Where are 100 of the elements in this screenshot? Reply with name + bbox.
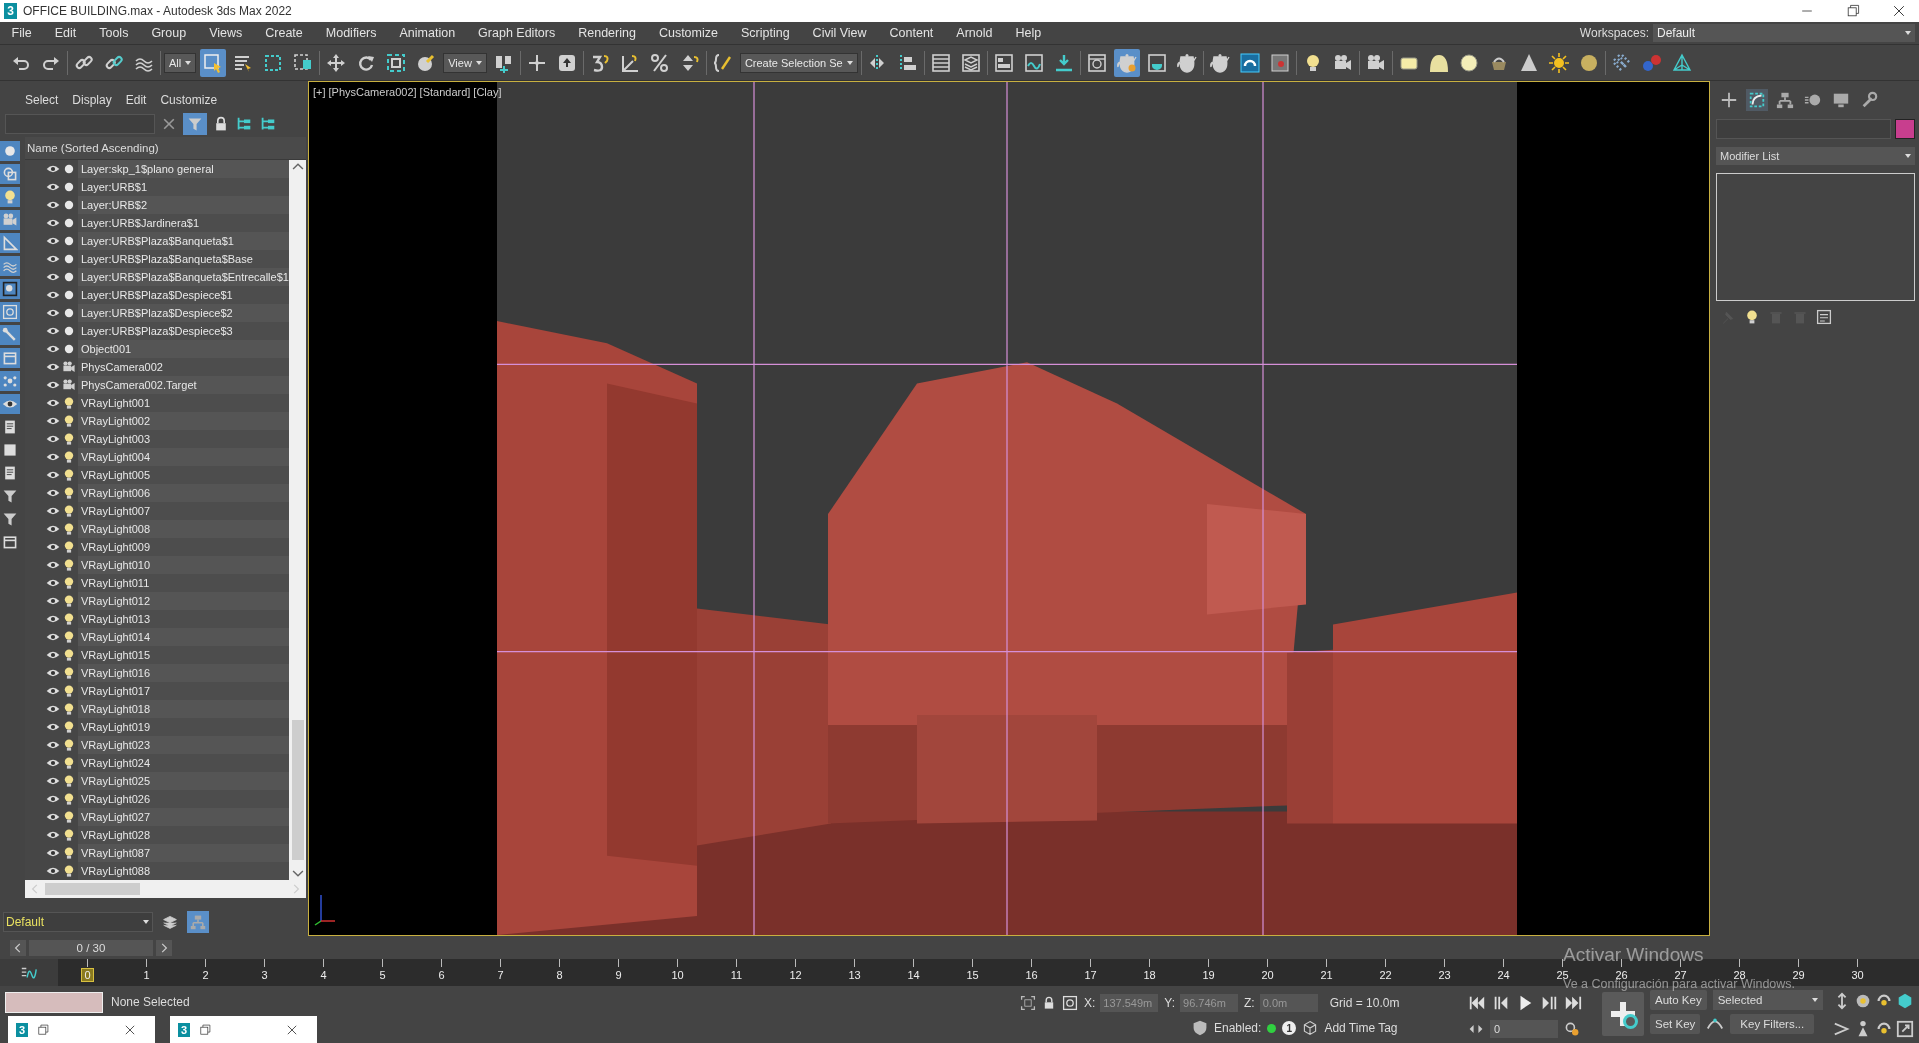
- explorer-menu-item[interactable]: Select: [18, 93, 66, 107]
- menu-item[interactable]: Content: [878, 26, 945, 40]
- menu-item[interactable]: Animation: [388, 26, 467, 40]
- frame-counter[interactable]: 0 / 30: [29, 939, 153, 956]
- scene-item[interactable]: VRayLight017: [78, 682, 289, 700]
- scene-item[interactable]: VRayLight028: [78, 826, 289, 844]
- scene-item[interactable]: VRayLight003: [78, 430, 289, 448]
- scene-item[interactable]: Layer:URB$Plaza$Banqueta$Base: [78, 250, 289, 268]
- viewport-label[interactable]: [PhysCamera002]: [328, 86, 417, 98]
- column-header[interactable]: Name (Sorted Ascending): [25, 137, 306, 160]
- explorer-menu-item[interactable]: Customize: [153, 93, 225, 107]
- toolbar-dropdown[interactable]: View: [443, 52, 487, 73]
- scene-item[interactable]: PhysCamera002: [78, 358, 289, 376]
- menu-item[interactable]: Edit: [43, 26, 88, 40]
- modifier-list-dropdown[interactable]: Modifier List: [1716, 147, 1915, 165]
- scene-item[interactable]: VRayLight024: [78, 754, 289, 772]
- scene-item[interactable]: VRayLight008: [78, 520, 289, 538]
- scene-item[interactable]: VRayLight001: [78, 394, 289, 412]
- scene-item[interactable]: VRayLight013: [78, 610, 289, 628]
- menu-item[interactable]: Help: [1004, 26, 1053, 40]
- frame-tick: 10: [670, 969, 685, 981]
- auto-key-button[interactable]: Auto Key: [1650, 990, 1707, 1010]
- coordinate-label: Z:: [1244, 996, 1255, 1010]
- scene-item[interactable]: Layer:URB$Plaza$Banqueta$Entrecalle$1: [78, 268, 289, 286]
- frame-tick: 15: [965, 969, 980, 981]
- set-key-mode-button[interactable]: Set Key: [1650, 1014, 1701, 1034]
- activation-title: Activar Windows: [1563, 944, 1704, 965]
- scene-item[interactable]: VRayLight010: [78, 556, 289, 574]
- frame-tick: 18: [1142, 969, 1157, 981]
- grid-size: Grid = 10.0m: [1329, 996, 1400, 1010]
- scene-item[interactable]: Layer:URB$1: [78, 178, 289, 196]
- frame-tick: 9: [614, 969, 623, 981]
- scene-item[interactable]: Object001: [78, 340, 289, 358]
- layer-dropdown[interactable]: Default: [3, 912, 153, 932]
- scene-item[interactable]: Layer:URB$2: [78, 196, 289, 214]
- minimized-window[interactable]: 3: [8, 1016, 155, 1043]
- scene-item[interactable]: VRayLight006: [78, 484, 289, 502]
- menu-item[interactable]: Create: [253, 26, 315, 40]
- frame-tick: 27: [1673, 969, 1688, 981]
- enabled-label: Enabled:: [1214, 1021, 1262, 1035]
- key-filters-button[interactable]: Key Filters...: [1730, 1014, 1815, 1034]
- menu-item[interactable]: Civil View: [801, 26, 879, 40]
- scene-item[interactable]: VRayLight088: [78, 862, 289, 880]
- scene-item[interactable]: VRayLight016: [78, 664, 289, 682]
- app-logo: 3: [16, 1023, 28, 1037]
- menu-item[interactable]: Arnold: [944, 26, 1004, 40]
- key-mode-dropdown[interactable]: Selected: [1712, 990, 1823, 1010]
- menu-item[interactable]: File: [0, 26, 44, 40]
- scene-item[interactable]: Layer:skp_1$plano general: [78, 160, 289, 178]
- menu-item[interactable]: Graph Editors: [466, 26, 567, 40]
- selection-status: None Selected: [111, 995, 190, 1009]
- frame-tick: 0: [82, 969, 93, 981]
- scene-item[interactable]: VRayLight012: [78, 592, 289, 610]
- viewport[interactable]: [+] [PhysCamera002] [Standard] [Clay]: [308, 81, 1710, 936]
- scene-item[interactable]: VRayLight004: [78, 448, 289, 466]
- scene-item[interactable]: VRayLight015: [78, 646, 289, 664]
- scene-item[interactable]: VRayLight007: [78, 502, 289, 520]
- menu-item[interactable]: Scripting: [729, 26, 802, 40]
- minimized-window[interactable]: 3: [170, 1016, 317, 1043]
- window-title: OFFICE BUILDING.max - Autodesk 3ds Max 2022: [23, 4, 292, 18]
- scene-item[interactable]: VRayLight026: [78, 790, 289, 808]
- viewport-label[interactable]: [Clay]: [473, 86, 502, 98]
- workspaces-dropdown[interactable]: Default: [1653, 24, 1915, 42]
- toolbar-dropdown[interactable]: All: [164, 52, 197, 73]
- add-time-tag[interactable]: Add Time Tag: [1324, 1021, 1398, 1035]
- viewport-label[interactable]: [+]: [313, 86, 326, 98]
- scene-item[interactable]: VRayLight005: [78, 466, 289, 484]
- menu-item[interactable]: Modifiers: [314, 26, 388, 40]
- scene-item[interactable]: VRayLight002: [78, 412, 289, 430]
- menu-item[interactable]: Tools: [87, 26, 140, 40]
- frame-tick: 8: [555, 969, 564, 981]
- frame-spinner[interactable]: 0: [1490, 1020, 1558, 1038]
- menu-item[interactable]: Rendering: [566, 26, 648, 40]
- explorer-menu-item[interactable]: Display: [65, 93, 119, 107]
- frame-tick: 23: [1437, 969, 1452, 981]
- scene-item[interactable]: Layer:URB$Plaza$Despiece$2: [78, 304, 289, 322]
- viewport-label[interactable]: [Standard]: [419, 86, 471, 98]
- scene-item[interactable]: VRayLight011: [78, 574, 289, 592]
- explorer-menu-item[interactable]: Edit: [118, 93, 154, 107]
- scene-item[interactable]: VRayLight009: [78, 538, 289, 556]
- toolbar-dropdown[interactable]: Create Selection Se: [739, 52, 858, 73]
- scene-item[interactable]: Layer:URB$Plaza$Despiece$3: [78, 322, 289, 340]
- scene-item[interactable]: VRayLight018: [78, 700, 289, 718]
- menu-item[interactable]: Customize: [647, 26, 730, 40]
- scene-item[interactable]: Layer:URB$Plaza$Despiece$1: [78, 286, 289, 304]
- scene-item[interactable]: Layer:URB$Jardinera$1: [78, 214, 289, 232]
- scene-item[interactable]: VRayLight014: [78, 628, 289, 646]
- scene-item[interactable]: VRayLight025: [78, 772, 289, 790]
- menu-item[interactable]: Group: [139, 26, 198, 40]
- scene-item[interactable]: VRayLight087: [78, 844, 289, 862]
- scene-item[interactable]: PhysCamera002.Target: [78, 376, 289, 394]
- frame-tick: 14: [906, 969, 921, 981]
- scene-item[interactable]: VRayLight019: [78, 718, 289, 736]
- frame-tick: 17: [1083, 969, 1098, 981]
- menu-item[interactable]: Views: [197, 26, 254, 40]
- frame-tick: 11: [729, 969, 744, 981]
- frame-tick: 3: [260, 969, 269, 981]
- scene-item[interactable]: VRayLight023: [78, 736, 289, 754]
- scene-item[interactable]: VRayLight027: [78, 808, 289, 826]
- scene-item[interactable]: Layer:URB$Plaza$Banqueta$1: [78, 232, 289, 250]
